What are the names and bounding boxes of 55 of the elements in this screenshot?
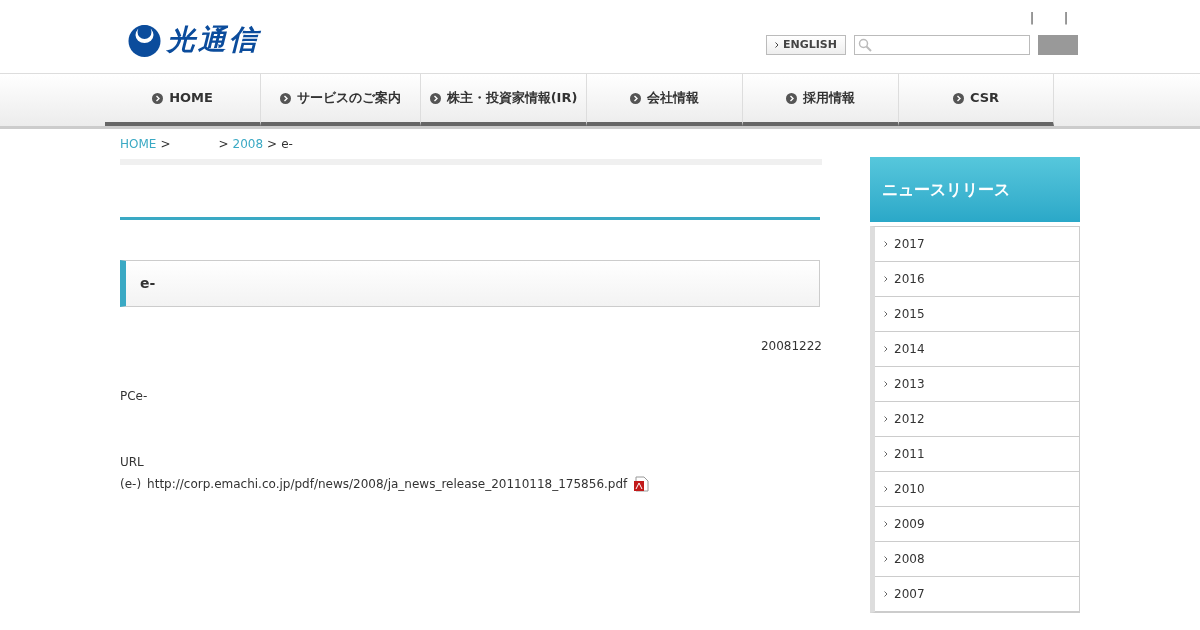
sidebar-item[interactable]: 2009 xyxy=(875,507,1079,542)
sidebar-item[interactable]: 2016 xyxy=(875,262,1079,297)
chevron-icon xyxy=(884,591,888,597)
chevron-icon xyxy=(884,486,888,492)
chevron-icon xyxy=(884,346,888,352)
nav-item[interactable]: 株主・投資家情報(IR) xyxy=(421,74,587,126)
nav-item[interactable]: 採用情報 xyxy=(743,74,899,126)
chevron-icon xyxy=(884,451,888,457)
search-icon xyxy=(858,38,872,52)
logo-text: 光通信 xyxy=(167,26,260,54)
nav-item[interactable]: サービスのご案内 xyxy=(261,74,421,126)
chevron-icon xyxy=(884,381,888,387)
breadcrumb-separator: > xyxy=(218,136,229,153)
pdf-link[interactable]: http://corp.emachi.co.jp/pdf/news/2008/ja_news_release_20110118_175856.pdf xyxy=(147,475,628,493)
chevron-icon xyxy=(884,521,888,527)
breadcrumb-current: e- xyxy=(281,136,293,153)
arrow-circle-icon xyxy=(952,92,964,104)
chevron-icon xyxy=(775,42,779,48)
separator: | xyxy=(1063,10,1068,27)
search-button[interactable] xyxy=(1038,35,1078,55)
chevron-icon xyxy=(884,276,888,282)
sidebar-item[interactable]: 2017 xyxy=(875,227,1079,262)
link-prefix: (e-) xyxy=(120,476,142,493)
sidebar-item[interactable]: 2013 xyxy=(875,367,1079,402)
arrow-circle-icon xyxy=(429,92,441,104)
nav-item[interactable]: CSR xyxy=(899,74,1054,126)
url-label: URL xyxy=(120,454,145,471)
sidebar-item[interactable]: 2011 xyxy=(875,437,1079,472)
arrow-circle-icon xyxy=(280,92,291,104)
logo-icon xyxy=(128,22,161,58)
arrow-circle-icon xyxy=(152,92,164,104)
arrow-circle-icon xyxy=(786,92,797,104)
chevron-icon xyxy=(884,241,888,247)
chevron-icon xyxy=(884,416,888,422)
sidebar-item[interactable]: 2012 xyxy=(875,402,1079,437)
chevron-icon xyxy=(884,556,888,562)
nav-item[interactable]: HOME xyxy=(105,74,261,126)
arrow-circle-icon xyxy=(630,92,641,104)
sidebar-item[interactable]: 2015 xyxy=(875,297,1079,332)
sidebar-item[interactable]: 2008 xyxy=(875,542,1079,577)
article-heading: e- xyxy=(120,260,820,307)
breadcrumb-separator: > xyxy=(160,136,171,153)
article-date: 20081222 xyxy=(760,338,822,355)
breadcrumb-separator: > xyxy=(267,136,278,153)
article-body: PCe- xyxy=(120,388,149,405)
sidebar-item[interactable]: 2014 xyxy=(875,332,1079,367)
chevron-icon xyxy=(884,311,888,317)
sidebar-item[interactable]: 2010 xyxy=(875,472,1079,507)
sidebar-item[interactable]: 2007 xyxy=(875,577,1079,612)
pdf-icon xyxy=(633,476,650,492)
search-field[interactable] xyxy=(854,35,1030,55)
separator: | xyxy=(1029,10,1034,27)
sidebar-title: ニュースリリース xyxy=(870,157,1080,222)
english-button[interactable]: ENGLISH xyxy=(766,35,846,55)
nav-item[interactable]: 会社情報 xyxy=(587,74,743,126)
